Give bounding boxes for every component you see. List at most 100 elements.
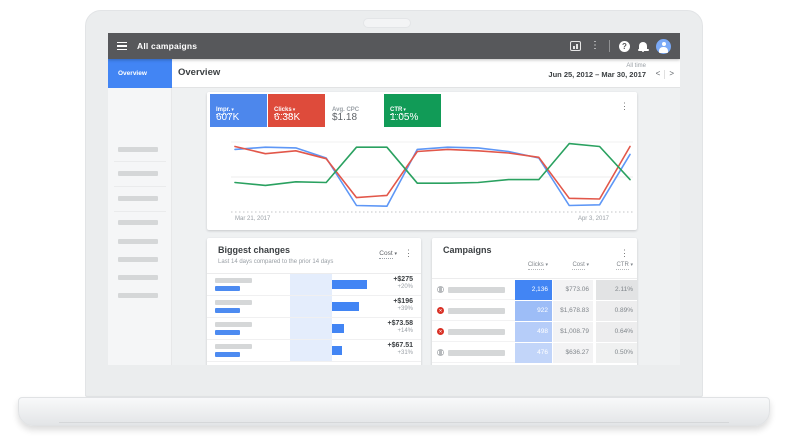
sidebar-item-placeholder[interactable] bbox=[118, 147, 158, 152]
date-range-value: Jun 25, 2012 – Mar 30, 2017 bbox=[548, 70, 646, 79]
chevron-down-icon bbox=[586, 262, 589, 268]
metric-selector-label: Cost bbox=[379, 250, 392, 259]
change-amount: +$67.51 bbox=[388, 342, 414, 349]
chevron-down-icon bbox=[545, 262, 548, 268]
help-icon[interactable] bbox=[619, 41, 630, 52]
sidebar-item-placeholder[interactable] bbox=[118, 275, 158, 280]
metric-chip-value: 1.05% bbox=[390, 112, 418, 123]
cost-cell: $1,008.79 bbox=[553, 322, 593, 342]
date-range-label: All time bbox=[548, 63, 646, 69]
card-title: Biggest changes bbox=[218, 245, 290, 255]
laptop-base bbox=[18, 397, 770, 426]
more-icon[interactable] bbox=[404, 249, 413, 258]
ctr-cell: 2.11% bbox=[596, 280, 637, 300]
metric-chip-ctr[interactable]: CTR 1.05% bbox=[384, 94, 441, 127]
date-range-picker[interactable]: All time Jun 25, 2012 – Mar 30, 2017 bbox=[548, 63, 646, 79]
laptop-camera bbox=[363, 18, 411, 28]
column-header-clicks[interactable]: Clicks bbox=[515, 262, 548, 268]
table-row[interactable]: 2,136 $773.06 2.11% bbox=[432, 280, 637, 301]
chevron-right-icon[interactable] bbox=[669, 69, 674, 79]
metric-chip-avg-cpc[interactable]: Avg. CPC $1.18 bbox=[326, 94, 383, 127]
menu-icon[interactable] bbox=[117, 42, 127, 50]
topbar-title: All campaigns bbox=[137, 41, 197, 51]
card-subtitle: Last 14 days compared to the prior 14 da… bbox=[218, 259, 333, 265]
campaign-name-placeholder bbox=[448, 329, 505, 335]
sidebar-divider bbox=[114, 211, 166, 212]
more-icon[interactable] bbox=[620, 102, 629, 111]
baseline-band bbox=[290, 340, 332, 361]
table-row[interactable]: 498 $1,008.79 0.64% bbox=[432, 322, 637, 343]
x-axis-tick-end: Apr 3, 2017 bbox=[578, 216, 609, 222]
date-nav-divider bbox=[664, 70, 665, 79]
chevron-left-icon[interactable] bbox=[656, 69, 661, 79]
campaign-subtext-placeholder bbox=[215, 286, 240, 291]
metric-chip-value: $1.18 bbox=[332, 112, 357, 123]
campaign-name-placeholder bbox=[215, 344, 252, 349]
sidebar-item-placeholder[interactable] bbox=[118, 239, 158, 244]
sidebar-item-placeholder[interactable] bbox=[118, 257, 158, 262]
change-bar bbox=[332, 346, 342, 355]
campaign-subtext-placeholder bbox=[215, 330, 240, 335]
table-row[interactable]: +$196+39% bbox=[207, 296, 421, 318]
baseline-band bbox=[290, 274, 332, 295]
sidebar-item-placeholder[interactable] bbox=[118, 220, 158, 225]
campaign-name-placeholder bbox=[448, 350, 505, 356]
clicks-cell: 922 bbox=[515, 301, 552, 321]
x-axis-tick-start: Mar 21, 2017 bbox=[235, 216, 270, 222]
sidebar-item-placeholder[interactable] bbox=[118, 196, 158, 201]
google-ads-laptop-mockup: All campaigns Overview Overview All time… bbox=[0, 0, 788, 443]
biggest-changes-card: Biggest changes Last 14 days compared to… bbox=[207, 238, 421, 365]
baseline-band bbox=[290, 296, 332, 317]
campaign-status-icon bbox=[437, 286, 444, 293]
topbar: All campaigns bbox=[108, 33, 680, 59]
avatar[interactable] bbox=[656, 39, 671, 54]
campaign-status-icon bbox=[437, 349, 444, 356]
change-bar bbox=[332, 302, 359, 311]
card-title: Campaigns bbox=[443, 245, 492, 255]
column-header-ctr[interactable]: CTR bbox=[596, 262, 633, 268]
ctr-cell: 0.64% bbox=[596, 322, 637, 342]
metric-chip-clicks[interactable]: Clicks 6.38K bbox=[268, 94, 325, 127]
change-amount: +$73.58 bbox=[388, 320, 414, 327]
notifications-icon[interactable] bbox=[639, 42, 647, 50]
divider bbox=[432, 278, 637, 279]
column-header-cost[interactable]: Cost bbox=[553, 262, 589, 268]
metric-chip-impressions[interactable]: Impr. 607K bbox=[210, 94, 267, 127]
reports-icon[interactable] bbox=[570, 41, 581, 51]
page-title: Overview bbox=[178, 67, 220, 78]
sidebar bbox=[108, 88, 172, 365]
campaign-status-icon bbox=[437, 307, 444, 314]
ctr-cell: 0.50% bbox=[596, 343, 637, 363]
more-icon[interactable] bbox=[590, 41, 600, 51]
topbar-divider bbox=[609, 40, 610, 52]
metric-chips: Impr. 607K Clicks 6.38K Avg. CPC $1.18 C… bbox=[210, 94, 441, 127]
more-icon[interactable] bbox=[620, 249, 629, 258]
table-row[interactable]: +$275+20% bbox=[207, 274, 421, 296]
cost-cell: $773.06 bbox=[553, 280, 593, 300]
change-amount: +$275 bbox=[393, 276, 413, 283]
table-row[interactable]: +$67.51+31% bbox=[207, 340, 421, 362]
baseline-band bbox=[290, 318, 332, 339]
campaign-name-placeholder bbox=[448, 308, 505, 314]
sidebar-item-placeholder[interactable] bbox=[118, 171, 158, 176]
change-percent: +39% bbox=[393, 306, 413, 312]
metric-chip-value: 607K bbox=[216, 112, 239, 123]
ctr-cell: 0.89% bbox=[596, 301, 637, 321]
sidebar-item-placeholder[interactable] bbox=[118, 293, 158, 298]
sidebar-item-overview[interactable]: Overview bbox=[108, 59, 172, 88]
clicks-cell: 498 bbox=[515, 322, 552, 342]
campaign-name-placeholder bbox=[215, 300, 252, 305]
sidebar-divider bbox=[114, 186, 166, 187]
metric-selector[interactable]: Cost bbox=[379, 250, 397, 257]
table-row[interactable]: 922 $1,678.83 0.89% bbox=[432, 301, 637, 322]
cost-cell: $1,678.83 bbox=[553, 301, 593, 321]
chevron-down-icon bbox=[630, 262, 633, 268]
table-row[interactable]: +$73.58+14% bbox=[207, 318, 421, 340]
column-header-label: Clicks bbox=[528, 262, 544, 270]
biggest-changes-rows: +$275+20% +$196+39% +$73.58+14% bbox=[207, 274, 421, 362]
app-screen: All campaigns Overview Overview All time… bbox=[108, 33, 680, 365]
table-row[interactable]: 476 $636.27 0.50% bbox=[432, 343, 637, 364]
sidebar-divider bbox=[114, 161, 166, 162]
campaigns-rows: 2,136 $773.06 2.11% 922 $1,678.83 0.89% … bbox=[432, 280, 637, 364]
change-percent: +20% bbox=[393, 284, 413, 290]
